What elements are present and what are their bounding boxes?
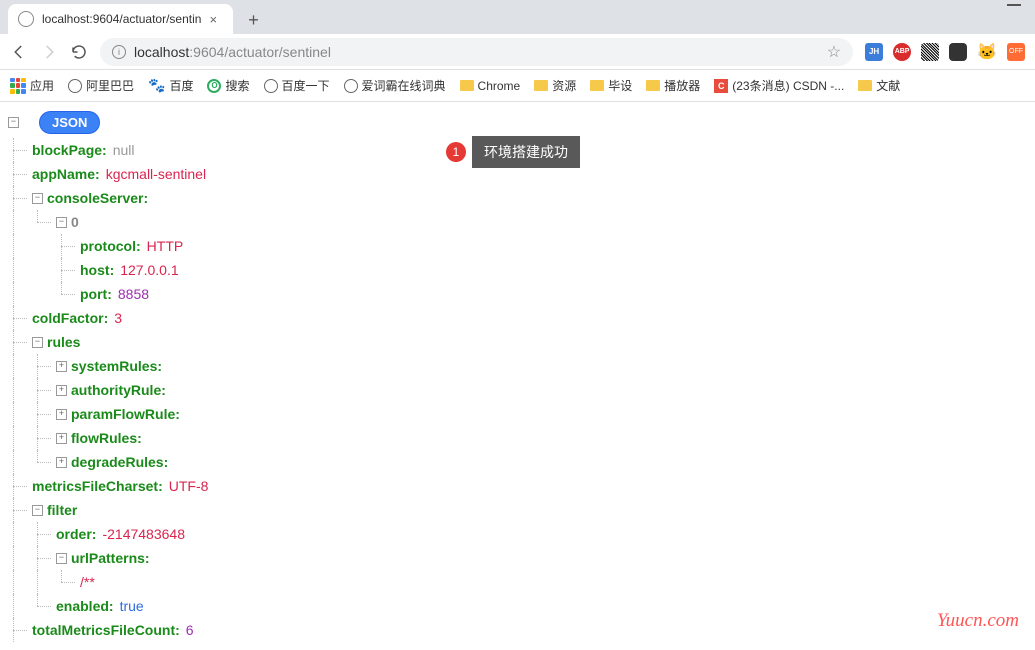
tree-toggle[interactable]: − xyxy=(56,553,67,564)
tree-toggle[interactable]: + xyxy=(56,409,67,420)
site-info-icon[interactable]: i xyxy=(112,45,126,59)
tab-title: localhost:9604/actuator/sentin xyxy=(42,12,201,26)
apps-grid-icon xyxy=(10,78,26,94)
folder-icon xyxy=(590,80,604,91)
tree-row-coldfactor[interactable]: coldFactor : 3 xyxy=(8,306,1035,330)
bookmark-literature[interactable]: 文献 xyxy=(858,77,900,94)
bookmark-graduation[interactable]: 毕设 xyxy=(590,77,632,94)
address-bar: i localhost:9604/actuator/sentinel ☆ JH … xyxy=(0,34,1035,70)
360-icon: O xyxy=(207,79,221,93)
extension-qr-icon[interactable] xyxy=(921,43,939,61)
tree-row-host[interactable]: host : 127.0.0.1 xyxy=(8,258,1035,282)
tree-row-protocol[interactable]: protocol : HTTP xyxy=(8,234,1035,258)
watermark: Yuucn.com xyxy=(937,610,1019,632)
callout-number-icon: 1 xyxy=(446,142,466,162)
browser-tab[interactable]: localhost:9604/actuator/sentin × xyxy=(8,4,233,34)
tree-row-paramflowrule[interactable]: + paramFlowRule : xyxy=(8,402,1035,426)
tree-row-flowrules[interactable]: + flowRules : xyxy=(8,426,1035,450)
window-minimize-icon[interactable] xyxy=(1007,4,1021,6)
folder-icon xyxy=(858,80,872,91)
bookmarks-bar: 应用 阿里巴巴 🐾百度 O搜索 百度一下 爱词霸在线词典 Chrome 资源 毕… xyxy=(0,70,1035,102)
new-tab-button[interactable]: + xyxy=(239,6,267,34)
tree-toggle[interactable]: − xyxy=(32,193,43,204)
forward-button[interactable] xyxy=(40,43,58,61)
url-host: localhost xyxy=(134,44,189,60)
json-tree: blockPage : null appName : kgcmall-senti… xyxy=(8,138,1035,642)
folder-icon xyxy=(534,80,548,91)
tree-row-totalmetrics[interactable]: totalMetricsFileCount : 6 xyxy=(8,618,1035,642)
globe-icon xyxy=(68,79,82,93)
tree-row-degraderules[interactable]: + degradeRules : xyxy=(8,450,1035,474)
tree-row-port[interactable]: port : 8858 xyxy=(8,282,1035,306)
tree-toggle[interactable]: + xyxy=(56,433,67,444)
extension-off-icon[interactable]: OFF xyxy=(1007,43,1025,61)
tree-toggle[interactable]: + xyxy=(56,457,67,468)
bookmark-chrome[interactable]: Chrome xyxy=(460,79,521,93)
back-button[interactable] xyxy=(10,43,28,61)
url-port: :9604 xyxy=(189,44,224,60)
annotation-callout: 1 环境搭建成功 xyxy=(446,136,580,168)
bookmark-csdn[interactable]: C(23条消息) CSDN -... xyxy=(714,77,844,94)
json-badge[interactable]: JSON xyxy=(39,111,100,134)
tree-row-authorityrule[interactable]: + authorityRule : xyxy=(8,378,1035,402)
tree-row-filter[interactable]: − filter xyxy=(8,498,1035,522)
bookmark-resources[interactable]: 资源 xyxy=(534,77,576,94)
reload-button[interactable] xyxy=(70,43,88,61)
bookmark-dict[interactable]: 爱词霸在线词典 xyxy=(344,77,446,94)
extension-icons: JH ABP 🐱 OFF xyxy=(865,42,1025,62)
tree-row-idx0[interactable]: − 0 xyxy=(8,210,1035,234)
tree-toggle[interactable]: − xyxy=(32,505,43,516)
csdn-icon: C xyxy=(714,79,728,93)
tree-row-consoleserver[interactable]: − consoleServer : xyxy=(8,186,1035,210)
tree-row-rules[interactable]: − rules xyxy=(8,330,1035,354)
callout-text: 环境搭建成功 xyxy=(472,136,580,168)
bookmark-baidu2[interactable]: 百度一下 xyxy=(264,77,330,94)
url-input[interactable]: i localhost:9604/actuator/sentinel ☆ xyxy=(100,38,853,66)
tree-toggle[interactable]: − xyxy=(56,217,67,228)
extension-abp-icon[interactable]: ABP xyxy=(893,43,911,61)
extension-cat-icon[interactable]: 🐱 xyxy=(977,42,997,62)
folder-icon xyxy=(460,80,474,91)
tree-toggle[interactable]: + xyxy=(56,361,67,372)
page-content: − JSON blockPage : null appName : kgcmal… xyxy=(0,102,1035,650)
bookmark-apps-label: 应用 xyxy=(30,77,54,94)
folder-icon xyxy=(646,80,660,91)
globe-icon xyxy=(264,79,278,93)
tree-row-metricscharset[interactable]: metricsFileCharset : UTF-8 xyxy=(8,474,1035,498)
bookmark-apps[interactable]: 应用 xyxy=(10,77,54,94)
tree-row-urlpattern0[interactable]: /** xyxy=(8,570,1035,594)
tree-row-systemrules[interactable]: + systemRules : xyxy=(8,354,1035,378)
tree-toggle-root[interactable]: − xyxy=(8,117,19,128)
url-path: /actuator/sentinel xyxy=(224,44,331,60)
url-text: localhost:9604/actuator/sentinel xyxy=(134,44,331,60)
bookmark-search[interactable]: O搜索 xyxy=(207,77,249,94)
tab-favicon-globe-icon xyxy=(18,11,34,27)
bookmark-alibaba[interactable]: 阿里巴巴 xyxy=(68,77,134,94)
tree-row-urlpatterns[interactable]: − urlPatterns : xyxy=(8,546,1035,570)
extension-bear-icon[interactable] xyxy=(949,43,967,61)
paw-icon: 🐾 xyxy=(148,77,165,94)
tree-toggle[interactable]: + xyxy=(56,385,67,396)
extension-jh-icon[interactable]: JH xyxy=(865,43,883,61)
browser-tab-bar: localhost:9604/actuator/sentin × + xyxy=(0,0,1035,34)
tab-close-icon[interactable]: × xyxy=(209,12,223,26)
bookmark-player[interactable]: 播放器 xyxy=(646,77,700,94)
bookmark-baidu[interactable]: 🐾百度 xyxy=(148,77,193,94)
bookmark-star-icon[interactable]: ☆ xyxy=(827,42,841,62)
tree-row-order[interactable]: order : -2147483648 xyxy=(8,522,1035,546)
globe-icon xyxy=(344,79,358,93)
tree-row-enabled[interactable]: enabled : true xyxy=(8,594,1035,618)
tree-toggle[interactable]: − xyxy=(32,337,43,348)
